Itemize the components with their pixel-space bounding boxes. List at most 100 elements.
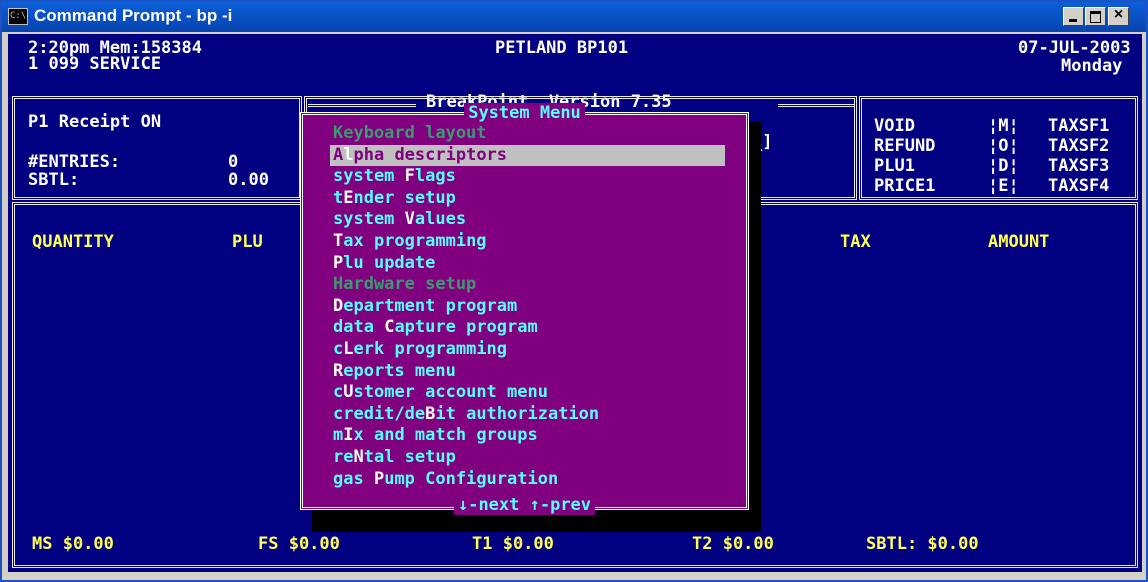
menu-item-hotkey: I [343,425,354,446]
menu-item[interactable]: credit/deBit authorization [333,404,599,425]
system-menu-footer: ↓-next ↑-prev [303,495,746,515]
menu-item[interactable]: Tax programming [333,231,487,252]
menu-item-text: system [333,166,405,187]
key-code: ¦M¦ [988,116,1019,136]
menu-item[interactable]: system Values [333,209,466,230]
menu-item-text: nder setup [353,187,456,208]
store-name: PETLAND BP101 [495,38,629,58]
status-t1: T1 $0.00 [472,534,554,554]
menu-item-text: apture program [394,317,538,338]
menu-item-text: c [333,382,344,403]
menu-item-hotkey: N [353,447,364,467]
menu-item-hotkey: B [425,403,436,424]
key-tax: TAXSF3 [1048,156,1110,176]
menu-item-text: eports menu [343,360,456,381]
close-button[interactable]: × [1108,6,1129,26]
key-code: ¦E¦ [988,176,1019,196]
entries-value: 0 [228,152,239,172]
menu-item: Keyboard layout [333,123,487,144]
menu-item[interactable]: reNtal setup [333,447,456,468]
status-t2: T2 $0.00 [692,534,774,554]
menu-item-text: lags [414,166,456,187]
column-amount: AMOUNT [988,232,1050,252]
menu-item[interactable]: tEnder setup [333,188,456,209]
menu-item-hotkey: D [333,295,344,316]
menu-item-text: t [333,187,344,208]
menu-item-text: tal setup [363,447,456,467]
key-name: REFUND [874,136,936,156]
menu-item-text: pha descriptors [353,144,508,165]
menu-item-text: ump Configuration [384,468,559,489]
service-line: 1 099 SERVICE [28,54,162,74]
system-menu-title: System Menu [303,103,746,123]
menu-item-text: Keyboard layout [333,123,487,143]
menu-item-text: stomer account menu [353,382,548,403]
menu-item-hotkey: P [373,468,385,489]
menu-item-text: erk programming [353,339,508,359]
menu-item-hotkey: U [343,382,354,403]
system-menu[interactable]: System Menu Keyboard layout Alpha descrip… [300,103,749,515]
menu-item[interactable]: Plu update [333,253,435,274]
date: 07-JUL-2003 [1018,38,1131,58]
status-ms: MS $0.00 [32,534,114,554]
key-name: PLU1 [874,156,915,176]
sbtl-value: 0.00 [228,170,269,190]
title-bar[interactable]: C:\ Command Prompt - bp -i × [2,2,1146,32]
status-fs: FS $0.00 [258,534,340,554]
menu-item[interactable]: data Capture program [333,317,538,338]
menu-item-hotkey: P [333,252,344,273]
menu-item[interactable]: cUstomer account menu [333,382,548,403]
menu-item-text: epartment program [343,295,518,316]
menu-item-text: re [333,447,354,467]
menu-item[interactable]: gas Pump Configuration [333,469,558,490]
menu-item[interactable]: mIx and match groups [333,425,538,446]
menu-item-text: it authorization [435,403,600,424]
column-plu: PLU [232,232,263,252]
menu-item[interactable]: Reports menu [333,361,456,382]
menu-item-hotkey: E [343,187,354,208]
menu-item-hotkey: R [333,360,344,381]
menu-item-hotkey: C [384,317,395,338]
menu-item-text: system [333,209,405,230]
menu-item-text: A [333,144,344,165]
menu-item[interactable]: system Flags [333,166,456,187]
console-icon[interactable]: C:\ [8,8,28,25]
menu-item-text: lu update [343,252,436,273]
maximize-button[interactable] [1085,7,1106,26]
window-title: Command Prompt - bp -i [34,6,233,25]
entries-label: #ENTRIES: [28,152,121,172]
menu-item-text: data [333,317,385,338]
column-tax: TAX [840,232,871,252]
menu-item-text: c [333,339,344,359]
menu-item-text: ax programming [343,231,487,251]
menu-item-text: alues [414,209,467,230]
sbtl-label: SBTL: [28,170,80,190]
menu-item-text: m [333,425,344,446]
minimize-button[interactable] [1063,7,1084,26]
key-tax: TAXSF4 [1048,176,1110,196]
key-tax: TAXSF2 [1048,136,1110,156]
weekday: Monday [1061,56,1123,76]
menu-item-hotkey: L [343,339,354,359]
menu-item[interactable]: Alpha descriptors [330,144,725,166]
console-area[interactable]: 2:20pm Mem:158384 1 099 SERVICE PETLAND … [8,34,1142,572]
close-icon: × [1113,6,1124,23]
menu-item-hotkey: T [333,231,344,251]
menu-item-text: x and match groups [353,425,538,446]
key-name: VOID [874,116,915,136]
menu-item-hotkey: V [404,209,415,230]
key-code: ¦O¦ [988,136,1019,156]
menu-item[interactable]: Department program [333,296,517,317]
key-name: PRICE1 [874,176,936,196]
menu-item-hotkey: F [404,166,415,187]
menu-item-hotkey: l [343,144,354,165]
menu-item[interactable]: cLerk programming [333,339,507,360]
command-prompt-window: C:\ Command Prompt - bp -i × 2:20pm Mem:… [0,0,1148,582]
key-tax: TAXSF1 [1048,116,1110,136]
menu-item-text: Hardware setup [333,274,477,295]
menu-item: Hardware setup [333,274,476,295]
status-sbtl: SBTL: $0.00 [866,534,979,554]
receipt-status: P1 Receipt ON [28,112,162,132]
key-code: ¦D¦ [988,156,1019,176]
menu-item-text: gas [333,468,374,489]
